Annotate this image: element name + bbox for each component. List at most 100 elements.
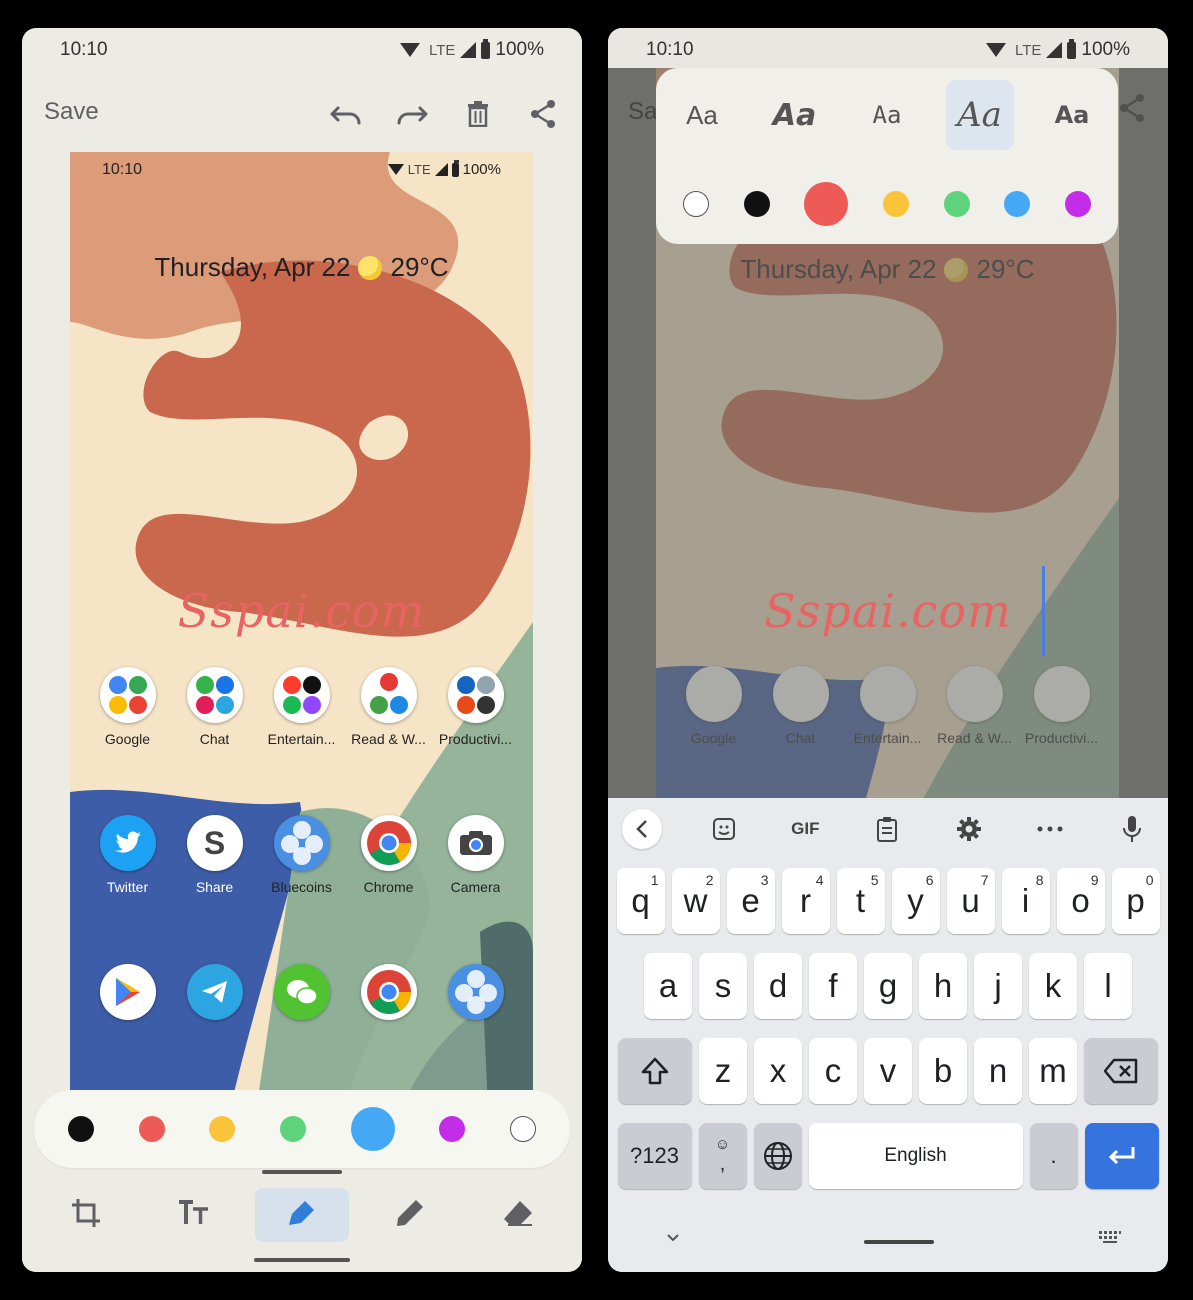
- text-color-yellow-swatch[interactable]: [882, 191, 909, 217]
- key-r[interactable]: r4: [781, 868, 830, 934]
- folder-read[interactable]: Read & W...: [349, 667, 429, 747]
- key-q[interactable]: q1: [616, 868, 665, 934]
- key-y[interactable]: y6: [891, 868, 940, 934]
- folder-productivity[interactable]: Productivi...: [436, 667, 516, 747]
- dock-wechat[interactable]: [262, 964, 342, 1020]
- space-bar[interactable]: English: [808, 1123, 1023, 1189]
- redo-icon[interactable]: [390, 92, 434, 136]
- text-color-red-swatch[interactable]: [804, 182, 849, 226]
- collapse-back-icon[interactable]: [622, 809, 662, 849]
- app-chrome[interactable]: Chrome: [349, 815, 429, 895]
- key-j[interactable]: j: [974, 953, 1022, 1019]
- key-s[interactable]: s: [699, 953, 747, 1019]
- color-black-swatch[interactable]: [68, 1116, 95, 1142]
- text-color-white-swatch[interactable]: [683, 191, 710, 217]
- app-twitter[interactable]: Twitter: [88, 815, 168, 895]
- dock-row: [70, 964, 533, 1020]
- key-c[interactable]: c: [809, 1038, 857, 1104]
- key-f[interactable]: f: [809, 953, 857, 1019]
- color-green-swatch[interactable]: [279, 1116, 306, 1142]
- folder-google[interactable]: Google: [88, 667, 168, 747]
- app-bluecoins[interactable]: Bluecoins: [262, 815, 342, 895]
- settings-gear-icon[interactable]: [949, 809, 989, 849]
- crop-tool[interactable]: [39, 1188, 133, 1242]
- folder-read[interactable]: Read & W...: [935, 666, 1015, 746]
- color-blue-swatch[interactable]: [350, 1107, 395, 1151]
- key-n[interactable]: n: [974, 1038, 1022, 1104]
- highlighter-tool[interactable]: [255, 1188, 349, 1242]
- shift-key[interactable]: [618, 1038, 692, 1104]
- key-i[interactable]: i8: [1001, 868, 1050, 934]
- key-v[interactable]: v: [864, 1038, 912, 1104]
- color-purple-swatch[interactable]: [439, 1116, 466, 1142]
- backspace-key[interactable]: [1084, 1038, 1158, 1104]
- pen-tool[interactable]: [363, 1188, 457, 1242]
- symbols-key[interactable]: ?123: [617, 1123, 692, 1189]
- home-indicator[interactable]: [864, 1240, 934, 1244]
- gif-button[interactable]: GIF: [785, 809, 825, 849]
- font-option-mono[interactable]: Aa: [853, 80, 921, 150]
- dock-telegram[interactable]: [175, 964, 255, 1020]
- language-globe-icon[interactable]: [753, 1123, 802, 1189]
- app-camera[interactable]: Camera: [436, 815, 516, 895]
- font-option-script[interactable]: Aa: [945, 80, 1014, 150]
- key-g[interactable]: g: [864, 953, 912, 1019]
- key-m[interactable]: m: [1029, 1038, 1077, 1104]
- text-color-green-swatch[interactable]: [943, 191, 970, 217]
- key-e[interactable]: e3: [726, 868, 775, 934]
- key-o[interactable]: o9: [1056, 868, 1105, 934]
- share-icon[interactable]: [521, 92, 565, 136]
- save-button[interactable]: Save: [44, 98, 99, 126]
- key-l[interactable]: l: [1084, 953, 1132, 1019]
- more-options-icon[interactable]: [1030, 809, 1070, 849]
- text-color-black-swatch[interactable]: [743, 191, 770, 217]
- color-red-swatch[interactable]: [138, 1116, 165, 1142]
- key-t[interactable]: t5: [836, 868, 885, 934]
- enter-key[interactable]: [1084, 1123, 1159, 1189]
- app-share[interactable]: S Share: [175, 815, 255, 895]
- folder-productivity[interactable]: Productivi...: [1022, 666, 1102, 746]
- screenshot-canvas[interactable]: 10:10 LTE 100% Thursday, Apr 22 29°C Ssp…: [70, 152, 533, 1152]
- text-tool[interactable]: [147, 1188, 241, 1242]
- key-x[interactable]: x: [754, 1038, 802, 1104]
- folder-entertainment[interactable]: Entertain...: [848, 666, 928, 746]
- sticker-icon[interactable]: [704, 809, 744, 849]
- folder-entertainment[interactable]: Entertain...: [262, 667, 342, 747]
- key-z[interactable]: z: [699, 1038, 747, 1104]
- emoji-comma-key[interactable]: ☺ ,: [698, 1123, 747, 1189]
- annotation-text[interactable]: Sspai.com: [70, 584, 533, 638]
- annotation-text-editing[interactable]: Sspai.com: [608, 584, 1168, 638]
- font-option-bold-italic[interactable]: Aa: [761, 80, 829, 150]
- clipboard-icon[interactable]: [867, 809, 907, 849]
- key-k[interactable]: k: [1029, 953, 1077, 1019]
- palette-handle[interactable]: [262, 1170, 342, 1174]
- text-color-purple-swatch[interactable]: [1064, 191, 1091, 217]
- eraser-tool[interactable]: [471, 1188, 565, 1242]
- key-d[interactable]: d: [754, 953, 802, 1019]
- hide-keyboard-chevron-icon[interactable]: [666, 1230, 680, 1248]
- microphone-icon[interactable]: [1112, 809, 1152, 849]
- dock-chrome[interactable]: [349, 964, 429, 1020]
- font-option-sans[interactable]: Aa: [668, 80, 736, 150]
- home-indicator[interactable]: [254, 1258, 350, 1262]
- undo-icon[interactable]: [324, 92, 368, 136]
- key-u[interactable]: u7: [946, 868, 995, 934]
- color-yellow-swatch[interactable]: [209, 1116, 236, 1142]
- folder-google[interactable]: Google: [674, 666, 754, 746]
- period-key[interactable]: .: [1029, 1123, 1078, 1189]
- keyboard-switch-icon[interactable]: [1098, 1230, 1122, 1249]
- key-h[interactable]: h: [919, 953, 967, 1019]
- folder-chat[interactable]: Chat: [761, 666, 841, 746]
- folder-chat[interactable]: Chat: [175, 667, 255, 747]
- dock-bluecoins[interactable]: [436, 964, 516, 1020]
- key-p[interactable]: p0: [1111, 868, 1160, 934]
- font-option-display[interactable]: Aa: [1038, 80, 1106, 150]
- key-a[interactable]: a: [644, 953, 692, 1019]
- color-white-swatch[interactable]: [509, 1116, 536, 1142]
- dock-play-store[interactable]: [88, 964, 168, 1020]
- key-w[interactable]: w2: [671, 868, 720, 934]
- text-color-blue-swatch[interactable]: [1004, 191, 1031, 217]
- save-button[interactable]: Sa: [628, 98, 657, 126]
- key-b[interactable]: b: [919, 1038, 967, 1104]
- delete-icon[interactable]: [456, 92, 500, 136]
